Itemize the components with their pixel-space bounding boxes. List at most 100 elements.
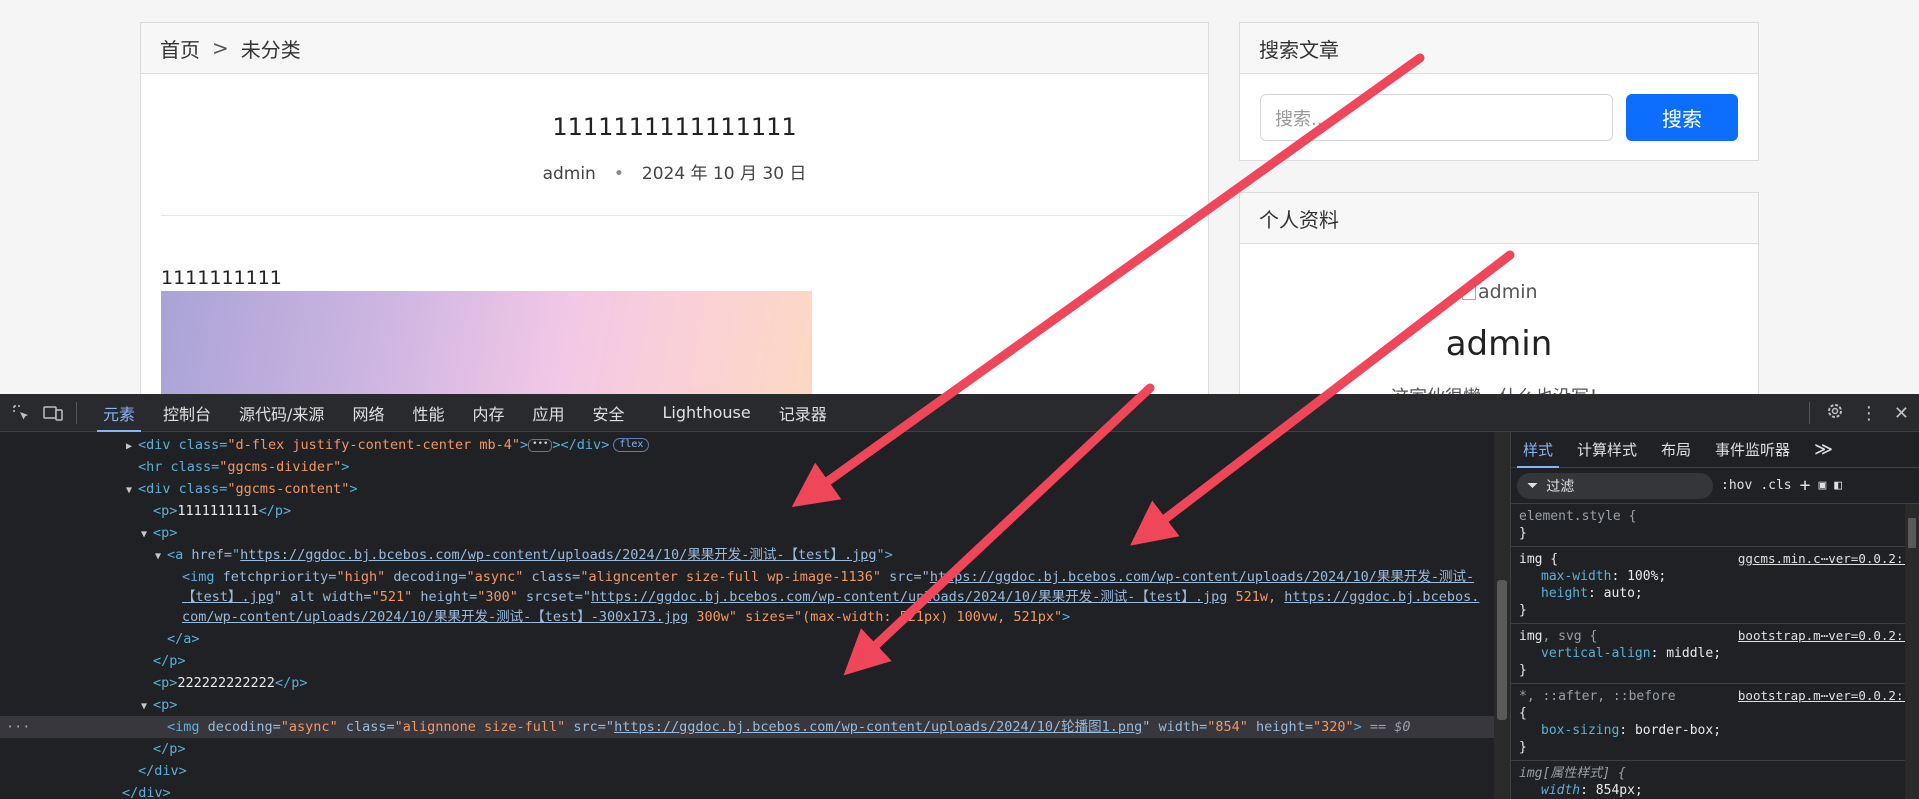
dom-link[interactable]: https://ggdoc.bj.bcebos.com/wp-content/u… bbox=[614, 719, 1142, 735]
css-value[interactable]: middle; bbox=[1666, 646, 1721, 661]
dom-node[interactable]: <hr class="ggcms-divider"> bbox=[0, 456, 1494, 478]
tab-network[interactable]: 网络 bbox=[338, 394, 398, 432]
dom-node[interactable]: ▼ <p> bbox=[0, 522, 1494, 544]
rule-source-link[interactable]: bootstrap.m⋯ver=0.0.2:1 bbox=[1738, 628, 1911, 643]
dom-attr: src=" bbox=[881, 569, 930, 585]
dom-node-continued[interactable]: com/wp-content/uploads/2024/10/果果开发-测试-【… bbox=[0, 606, 1494, 628]
dom-text: 222222222222 bbox=[177, 675, 275, 691]
dom-scrollbar-thumb[interactable] bbox=[1497, 580, 1507, 720]
tab-application[interactable]: 应用 bbox=[518, 394, 578, 432]
dom-link[interactable]: https://ggdoc.bj.bcebos.com/wp-content/u… bbox=[240, 547, 876, 563]
post-author[interactable]: admin bbox=[543, 164, 596, 184]
post-image[interactable] bbox=[161, 291, 812, 394]
dom-node-selected[interactable]: ··· <img decoding="async" class="alignnon… bbox=[0, 716, 1494, 738]
tab-elements[interactable]: 元素 bbox=[89, 394, 149, 432]
dom-tree: ▶ <div class="d-flex justify-content-cent… bbox=[0, 432, 1494, 799]
expand-triangle-icon[interactable]: ▶ bbox=[126, 436, 138, 458]
dom-node[interactable]: <p>222222222222</p> bbox=[0, 672, 1494, 694]
search-button[interactable]: 搜索 bbox=[1626, 94, 1738, 141]
rule-selector: img bbox=[1519, 629, 1543, 644]
css-property[interactable]: box-sizing bbox=[1541, 723, 1619, 738]
close-devtools-icon[interactable]: ✕ bbox=[1894, 403, 1909, 424]
dom-node[interactable]: </p> bbox=[0, 650, 1494, 672]
collapsed-ellipsis-icon[interactable]: ••• bbox=[528, 438, 553, 452]
css-value[interactable]: border-box; bbox=[1635, 723, 1721, 738]
tab-computed[interactable]: 计算样式 bbox=[1565, 432, 1649, 468]
breadcrumb-home[interactable]: 首页 bbox=[160, 34, 200, 63]
tab-layout[interactable]: 布局 bbox=[1649, 432, 1703, 468]
styles-filter-input[interactable]: ⏷ 过滤 bbox=[1517, 472, 1713, 499]
inspect-element-icon[interactable] bbox=[10, 402, 32, 424]
styles-scrollbar[interactable] bbox=[1905, 504, 1919, 799]
rule-selector: element.style { bbox=[1519, 509, 1637, 524]
tab-lighthouse[interactable]: Lighthouse bbox=[649, 394, 765, 432]
dom-node[interactable]: <img fetchpriority="high" decoding="asyn… bbox=[0, 566, 1494, 588]
device-toolbar-icon[interactable] bbox=[42, 402, 64, 424]
class-toggle-button[interactable]: .cls bbox=[1760, 478, 1791, 493]
more-tabs-chevron-icon[interactable]: ≫ bbox=[1802, 432, 1845, 468]
settings-gear-icon[interactable] bbox=[1826, 402, 1844, 425]
css-property[interactable]: max-width bbox=[1541, 569, 1611, 584]
rule-selector-dim: , svg { bbox=[1542, 629, 1598, 644]
css-property[interactable]: vertical-align bbox=[1541, 646, 1651, 661]
dom-node[interactable]: </a> bbox=[0, 628, 1494, 650]
dom-node[interactable]: ▼ <p> bbox=[0, 694, 1494, 716]
profile-name: admin bbox=[1445, 324, 1553, 364]
add-rule-icon[interactable]: + bbox=[1800, 475, 1811, 496]
breadcrumb-category[interactable]: 未分类 bbox=[241, 34, 301, 63]
css-value[interactable]: auto; bbox=[1604, 586, 1643, 601]
dom-attr-value: "(max-width: 521px) 100vw, 521px" bbox=[793, 609, 1063, 625]
dom-link[interactable]: https://ggdoc.bj.bcebos.com/wp-content/u… bbox=[591, 589, 1227, 605]
rule-source-link[interactable]: ggcms.min.c⋯ver=0.0.2:1 bbox=[1738, 551, 1911, 566]
collapse-triangle-icon[interactable]: ▼ bbox=[126, 480, 138, 502]
collapse-triangle-icon[interactable]: ▼ bbox=[141, 524, 153, 546]
style-rule-img[interactable]: img { ggcms.min.c⋯ver=0.0.2:1 max-width:… bbox=[1511, 547, 1919, 624]
broken-image-icon bbox=[1462, 286, 1476, 300]
search-input[interactable]: 搜索... bbox=[1260, 94, 1613, 141]
dom-node[interactable]: <p>1111111111</p> bbox=[0, 500, 1494, 522]
dom-node[interactable]: </p> bbox=[0, 738, 1494, 760]
profile-widget: 个人资料 admin admin 这家伙很懒，什么也没写！ bbox=[1239, 192, 1759, 394]
dom-text: 1111111111 bbox=[177, 503, 259, 519]
rule-selector: img[属性样式] { bbox=[1519, 766, 1626, 781]
collapse-triangle-icon[interactable]: ▼ bbox=[141, 696, 153, 718]
dom-node[interactable]: ▶ <div class="d-flex justify-content-cent… bbox=[0, 434, 1494, 456]
dom-node-continued[interactable]: 【test】.jpg" alt width="521" height="300"… bbox=[0, 586, 1494, 608]
style-rule-attribute[interactable]: img[属性样式] { width: 854px; bbox=[1511, 761, 1919, 799]
dom-attr-value: "521" bbox=[371, 589, 413, 605]
flex-badge[interactable]: flex bbox=[613, 438, 650, 452]
tab-console[interactable]: 控制台 bbox=[149, 394, 225, 432]
dom-attr-value: "854" bbox=[1207, 719, 1248, 735]
dom-node[interactable]: </div> bbox=[0, 760, 1494, 782]
css-value[interactable]: 100%; bbox=[1627, 569, 1666, 584]
dom-node[interactable]: </div> bbox=[0, 782, 1494, 799]
tab-recorder[interactable]: 记录器 bbox=[765, 394, 841, 432]
tab-event-listeners[interactable]: 事件监听器 bbox=[1703, 432, 1802, 468]
dom-link[interactable]: https://ggdoc.bj.bcebos.com/wp-content/u… bbox=[930, 569, 1474, 585]
styles-scrollbar-thumb[interactable] bbox=[1908, 518, 1916, 548]
collapse-triangle-icon[interactable]: ▼ bbox=[155, 546, 167, 568]
paint-format-icon[interactable]: ▣ bbox=[1818, 478, 1826, 493]
toggle-sidebar-icon[interactable]: ◧ bbox=[1834, 478, 1842, 493]
dom-link[interactable]: 【test】.jpg bbox=[182, 589, 274, 605]
dom-tag: <div class= bbox=[138, 437, 228, 453]
node-actions-ellipsis-icon[interactable]: ··· bbox=[6, 716, 30, 738]
hover-state-button[interactable]: :hov bbox=[1721, 478, 1752, 493]
more-options-icon[interactable]: ⋮ bbox=[1860, 403, 1878, 424]
tab-styles[interactable]: 样式 bbox=[1511, 432, 1565, 468]
tab-security[interactable]: 安全 bbox=[579, 394, 639, 432]
style-rule-img-svg[interactable]: img, svg { bootstrap.m⋯ver=0.0.2:1 verti… bbox=[1511, 624, 1919, 684]
style-rule-element[interactable]: element.style { } bbox=[1511, 504, 1919, 547]
dom-attr-value: "high" bbox=[336, 569, 386, 585]
dom-node[interactable]: ▼ <a href="https://ggdoc.bj.bcebos.com/wp… bbox=[0, 544, 1494, 566]
dom-link[interactable]: https://ggdoc.bj.bcebos. bbox=[1284, 589, 1479, 605]
tab-sources[interactable]: 源代码/来源 bbox=[225, 394, 338, 432]
dom-scrollbar[interactable] bbox=[1494, 432, 1510, 799]
css-property[interactable]: height bbox=[1541, 586, 1588, 601]
dom-node[interactable]: ▼ <div class="ggcms-content"> bbox=[0, 478, 1494, 500]
tab-memory[interactable]: 内存 bbox=[458, 394, 518, 432]
dom-link[interactable]: com/wp-content/uploads/2024/10/果果开发-测试-【… bbox=[182, 609, 688, 625]
style-rule-universal[interactable]: *, ::after, ::before bootstrap.m⋯ver=0.0… bbox=[1511, 684, 1919, 761]
tab-performance[interactable]: 性能 bbox=[398, 394, 458, 432]
rule-source-link[interactable]: bootstrap.m⋯ver=0.0.2:1 bbox=[1738, 688, 1911, 703]
